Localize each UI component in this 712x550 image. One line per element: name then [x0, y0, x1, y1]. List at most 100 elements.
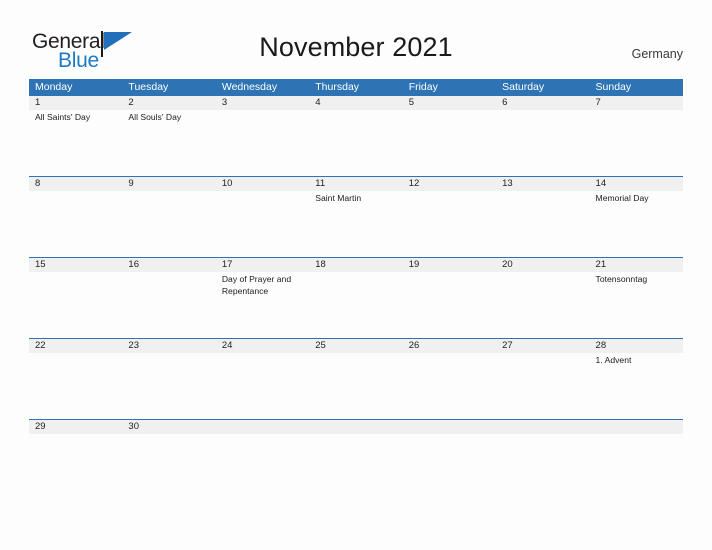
day-cell[interactable]	[496, 353, 589, 419]
calendar-week-row: 15 16 17 18 19 20 21 Day of Prayer and Repentan…	[29, 257, 683, 338]
calendar-week-row: 1 2 3 4 5 6 7 All Saints' Day All Souls' Day	[29, 96, 683, 176]
weekday-header-tuesday: Tuesday	[128, 81, 169, 93]
weekday-header-thursday: Thursday	[315, 81, 360, 93]
day-cell[interactable]: All Saints' Day	[29, 110, 122, 176]
day-number-empty	[216, 420, 309, 434]
day-number[interactable]: 15	[29, 258, 122, 272]
holiday-label: Saint Martin	[315, 193, 362, 203]
day-number[interactable]: 5	[403, 96, 496, 110]
day-cell[interactable]	[29, 353, 122, 419]
day-number[interactable]: 23	[122, 339, 215, 353]
week-date-band: 15 16 17 18 19 20 21	[29, 258, 683, 272]
day-number[interactable]: 11	[309, 177, 402, 191]
calendar-page: General Blue November 2021 Germany Monda…	[0, 0, 712, 550]
weekday-header-saturday: Saturday	[502, 81, 545, 93]
day-number[interactable]: 8	[29, 177, 122, 191]
weekday-header-monday: Monday	[35, 81, 73, 93]
day-cell[interactable]: All Souls' Day	[122, 110, 215, 176]
holiday-label: All Saints' Day	[35, 112, 91, 122]
day-cell[interactable]: 1. Advent	[590, 353, 683, 419]
day-number[interactable]: 4	[309, 96, 402, 110]
day-number[interactable]: 28	[590, 339, 683, 353]
day-cell[interactable]	[216, 191, 309, 257]
day-number[interactable]: 24	[216, 339, 309, 353]
day-cell[interactable]	[309, 110, 402, 176]
day-cell[interactable]	[590, 110, 683, 176]
week-date-band: 22 23 24 25 26 27 28	[29, 339, 683, 353]
day-number[interactable]: 19	[403, 258, 496, 272]
day-cell[interactable]	[122, 272, 215, 338]
day-cell[interactable]	[29, 191, 122, 257]
day-number[interactable]: 29	[29, 420, 122, 434]
day-number[interactable]: 6	[496, 96, 589, 110]
day-cell[interactable]	[216, 110, 309, 176]
day-number[interactable]: 1	[29, 96, 122, 110]
week-date-band: 8 9 10 11 12 13 14	[29, 177, 683, 191]
day-cell[interactable]	[403, 353, 496, 419]
weekday-header-sunday: Sunday	[595, 81, 632, 93]
day-cell[interactable]	[216, 434, 309, 464]
week-date-band: 1234567	[29, 96, 683, 110]
day-number[interactable]: 27	[496, 339, 589, 353]
day-number[interactable]: 12	[403, 177, 496, 191]
week-event-band	[29, 434, 683, 464]
day-number-empty	[590, 420, 683, 434]
day-number[interactable]: 22	[29, 339, 122, 353]
holiday-label: Day of Prayer and Repentance	[221, 274, 292, 296]
weekday-header-row: Monday Tuesday Wednesday Thursday Friday Satu…	[29, 79, 683, 96]
country-label: Germany	[631, 47, 683, 61]
day-number[interactable]: 21	[590, 258, 683, 272]
day-cell[interactable]	[496, 110, 589, 176]
day-number[interactable]: 25	[309, 339, 402, 353]
day-cell[interactable]	[122, 191, 215, 257]
day-cell[interactable]	[403, 434, 496, 464]
holiday-label: 1. Advent	[595, 355, 632, 365]
day-number[interactable]: 18	[309, 258, 402, 272]
day-number[interactable]: 2	[122, 96, 215, 110]
day-cell[interactable]	[590, 434, 683, 464]
day-number[interactable]: 13	[496, 177, 589, 191]
day-cell[interactable]	[309, 434, 402, 464]
day-cell[interactable]	[403, 191, 496, 257]
weekday-header-wednesday: Wednesday	[221, 81, 278, 93]
day-number[interactable]: 30	[122, 420, 215, 434]
day-cell[interactable]: Totensonntag	[590, 272, 683, 338]
page-title: November 2021	[259, 32, 453, 62]
day-number-empty	[309, 420, 402, 434]
day-cell[interactable]	[309, 353, 402, 419]
calendar-grid: Monday Tuesday Wednesday Thursday Friday Satu…	[29, 79, 683, 464]
day-number[interactable]: 14	[590, 177, 683, 191]
day-cell[interactable]	[29, 434, 122, 464]
holiday-label: Memorial Day	[595, 193, 649, 203]
day-number[interactable]: 17	[216, 258, 309, 272]
day-cell[interactable]	[403, 110, 496, 176]
day-cell[interactable]	[496, 434, 589, 464]
day-cell[interactable]	[309, 272, 402, 338]
holiday-label: Totensonntag	[595, 274, 648, 284]
day-cell[interactable]: Saint Martin	[309, 191, 402, 257]
week-event-band: Day of Prayer and Repentance Totensonntag	[29, 272, 683, 338]
day-cell[interactable]	[122, 353, 215, 419]
day-number[interactable]: 9	[122, 177, 215, 191]
day-cell[interactable]	[496, 272, 589, 338]
day-number[interactable]: 7	[590, 96, 683, 110]
day-number[interactable]: 16	[122, 258, 215, 272]
calendar-week-row: 29 30	[29, 419, 683, 464]
day-cell[interactable]	[216, 353, 309, 419]
page-header: General Blue November 2021 Germany	[0, 0, 712, 79]
day-number-empty	[403, 420, 496, 434]
day-cell[interactable]	[403, 272, 496, 338]
weekday-header-friday: Friday	[408, 81, 438, 93]
day-number-empty	[496, 420, 589, 434]
day-cell[interactable]	[29, 272, 122, 338]
day-number[interactable]: 3	[216, 96, 309, 110]
day-number[interactable]: 26	[403, 339, 496, 353]
day-number[interactable]: 20	[496, 258, 589, 272]
week-event-band: All Saints' Day All Souls' Day	[29, 110, 683, 176]
day-cell[interactable]: Memorial Day	[590, 191, 683, 257]
day-number[interactable]: 10	[216, 177, 309, 191]
day-cell[interactable]: Day of Prayer and Repentance	[216, 272, 309, 338]
calendar-week-row: 22 23 24 25 26 27 28 1. Advent	[29, 338, 683, 419]
day-cell[interactable]	[496, 191, 589, 257]
day-cell[interactable]	[122, 434, 215, 464]
